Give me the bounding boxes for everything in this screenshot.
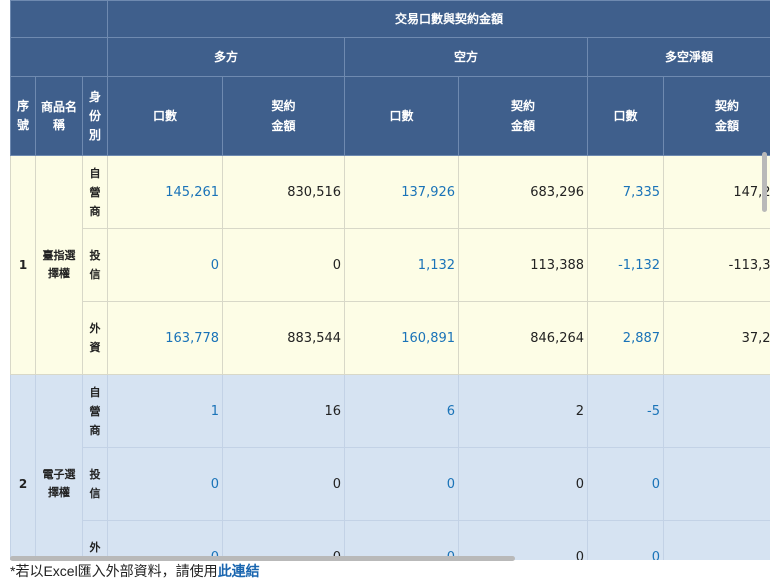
table-row: 外資 0 0 0 0 0 0 (11, 520, 770, 560)
net-amount-cell: -113,388 (663, 228, 770, 302)
short-lots-link[interactable]: 6 (344, 374, 460, 448)
short-amount-cell: 0 (458, 447, 589, 521)
net-amount-cell: 14 (663, 374, 770, 448)
net-header: 多空淨額 (587, 37, 770, 77)
long-lots-link[interactable]: 1 (107, 374, 224, 448)
net-lots-link[interactable]: -1,132 (587, 228, 665, 302)
net-lots-link[interactable]: 7,335 (587, 155, 665, 229)
identity-header: 身份別 (81, 76, 109, 156)
net-lots-link[interactable]: 2,887 (587, 301, 665, 375)
long-lots-link[interactable]: 0 (107, 520, 224, 560)
excel-link[interactable]: 此連結 (218, 563, 260, 579)
product-cell: 臺指選擇權 (35, 155, 83, 375)
short-lots-link[interactable]: 0 (344, 447, 460, 521)
net-amount-cell: 0 (663, 520, 770, 560)
long-lots-link[interactable]: 163,778 (107, 301, 224, 375)
short-lots-link[interactable]: 1,132 (344, 228, 460, 302)
role-cell: 投信 (81, 447, 109, 521)
net-lots-link[interactable]: 0 (587, 520, 665, 560)
footer-note-text: *若以Excel匯入外部資料，請使用 (10, 563, 218, 579)
header-blank (10, 0, 109, 38)
long-amount-header: 契約金額 (222, 76, 346, 156)
product-cell: 電子選擇權 (35, 374, 83, 560)
net-lots-link[interactable]: -5 (587, 374, 665, 448)
role-cell: 自營商 (81, 155, 109, 229)
short-lots-link[interactable]: 160,891 (344, 301, 460, 375)
long-lots-link[interactable]: 0 (107, 228, 224, 302)
product-header: 商品名稱 (35, 76, 83, 156)
net-lots-header: 口數 (587, 76, 665, 156)
short-amount-cell: 846,264 (458, 301, 589, 375)
long-amount-cell: 883,544 (222, 301, 346, 375)
role-cell: 投信 (81, 228, 109, 302)
header-blank-2 (10, 37, 109, 77)
short-amount-cell: 683,296 (458, 155, 589, 229)
long-lots-header: 口數 (107, 76, 224, 156)
table-row: 1 臺指選擇權 自營商 145,261 830,516 137,926 683,… (10, 155, 770, 375)
footer-note: *若以Excel匯入外部資料，請使用此連結 (10, 561, 260, 581)
short-lots-header: 口數 (344, 76, 460, 156)
long-amount-cell: 0 (222, 228, 346, 302)
short-amount-cell: 2 (458, 374, 589, 448)
role-cell: 外資 (81, 520, 109, 560)
short-lots-link[interactable]: 137,926 (344, 155, 460, 229)
table-row: 2 電子選擇權 自營商 1 16 6 2 -5 14 (10, 374, 770, 560)
net-amount-cell: 147,219 (663, 155, 770, 229)
net-amount-header: 契約金額 (663, 76, 770, 156)
seq-header: 序號 (10, 76, 36, 156)
net-amount-cell: 0 (663, 447, 770, 521)
net-lots-link[interactable]: 0 (587, 447, 665, 521)
net-amount-cell: 37,280 (663, 301, 770, 375)
role-cell: 外資 (81, 301, 109, 375)
group-title-header: 交易口數與契約金額 (107, 0, 770, 38)
table-row: 外資 163,778 883,544 160,891 846,264 2,887… (11, 301, 770, 375)
futures-options-table: 交易口數與契約金額 多方 空方 多空淨額 序號 商品名稱 身份別 口數 契約金額… (10, 0, 770, 560)
short-side-header: 空方 (344, 37, 589, 77)
long-lots-link[interactable]: 145,261 (107, 155, 224, 229)
vertical-scrollbar-thumb[interactable] (762, 152, 767, 212)
seq-cell: 1 (10, 155, 36, 375)
data-table-viewport[interactable]: 交易口數與契約金額 多方 空方 多空淨額 序號 商品名稱 身份別 口數 契約金額… (10, 0, 770, 560)
short-amount-cell: 0 (458, 520, 589, 560)
long-amount-cell: 16 (222, 374, 346, 448)
table-row: 投信 0 0 1,132 113,388 -1,132 -113,388 (11, 228, 770, 302)
seq-cell: 2 (10, 374, 36, 560)
long-side-header: 多方 (107, 37, 346, 77)
long-amount-cell: 0 (222, 447, 346, 521)
short-amount-cell: 113,388 (458, 228, 589, 302)
short-lots-link[interactable]: 0 (344, 520, 460, 560)
role-cell: 自營商 (81, 374, 109, 448)
long-lots-link[interactable]: 0 (107, 447, 224, 521)
short-amount-header: 契約金額 (458, 76, 589, 156)
long-amount-cell: 830,516 (222, 155, 346, 229)
table-row: 投信 0 0 0 0 0 0 (11, 447, 770, 521)
long-amount-cell: 0 (222, 520, 346, 560)
